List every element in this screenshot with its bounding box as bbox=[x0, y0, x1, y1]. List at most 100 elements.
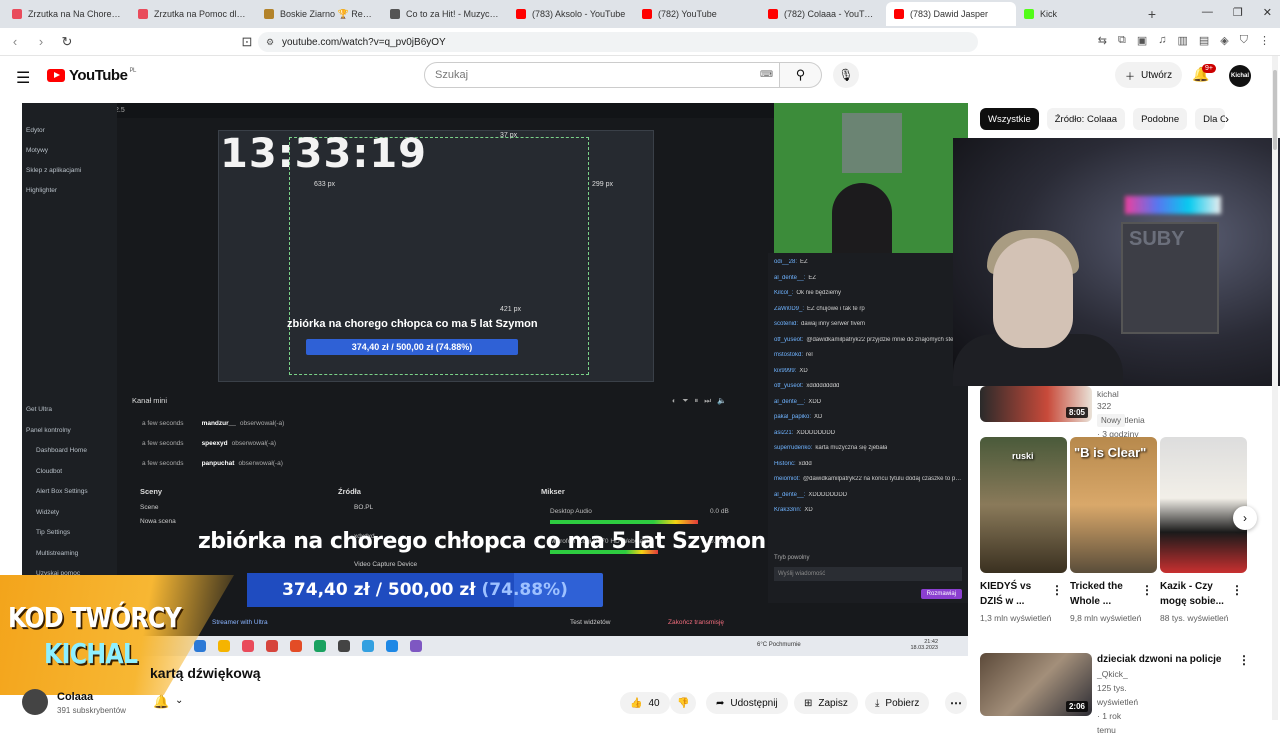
channel-name[interactable]: Colaaa bbox=[57, 691, 93, 703]
streamlabs-menu-item[interactable]: Widżety bbox=[36, 509, 59, 516]
chat-input[interactable]: Wyślij wiadomość bbox=[774, 567, 962, 581]
voice-search-button[interactable]: 🎙 bbox=[833, 62, 859, 88]
music-icon[interactable]: ♫ bbox=[1158, 34, 1166, 47]
like-button[interactable]: 👍 40 bbox=[620, 692, 670, 714]
browser-tab[interactable]: Boskie Ziarno 🏆 Rekordy bbox=[256, 2, 382, 26]
streamlabs-menu-item[interactable]: Sklep z aplikacjami bbox=[26, 167, 81, 174]
streamlabs-menu-item[interactable]: Edytor bbox=[26, 127, 45, 134]
page-scrollbar-thumb[interactable] bbox=[1273, 70, 1277, 150]
short-title[interactable]: KIEDYŚ vs DZIŚ w ... bbox=[980, 579, 1052, 609]
more-actions-button[interactable]: ⋯ bbox=[945, 692, 967, 714]
screenshot-icon[interactable]: ▣ bbox=[1137, 34, 1147, 47]
streamlabs-menu-item[interactable]: Motywy bbox=[26, 147, 48, 154]
new-tab-button[interactable]: + bbox=[1142, 6, 1162, 22]
streamlabs-menu-item[interactable]: Panel kontrolny bbox=[26, 427, 71, 434]
keyboard-icon[interactable]: ⌨ bbox=[760, 69, 773, 80]
browser-tab[interactable]: (782) Colaaa - YouTube bbox=[760, 2, 886, 26]
taskbar-app-icon[interactable] bbox=[362, 640, 374, 652]
streamlabs-menu-item[interactable]: Tip Settings bbox=[36, 529, 70, 536]
download-button[interactable]: ⤓ Pobierz bbox=[865, 692, 930, 714]
back-icon[interactable]: ‹ bbox=[4, 34, 26, 49]
minimize-icon[interactable]: — bbox=[1202, 6, 1213, 19]
reload-icon[interactable]: ↻ bbox=[56, 34, 78, 50]
streamlabs-menu-item[interactable]: Dashboard Home bbox=[36, 447, 87, 454]
restore-icon[interactable]: ❐ bbox=[1233, 6, 1243, 19]
search-input[interactable]: Szukaj ⌨ bbox=[424, 62, 780, 88]
scene-item[interactable]: Scene bbox=[140, 504, 158, 511]
hamburger-menu-icon[interactable]: ☰ bbox=[16, 68, 30, 88]
short-title[interactable]: Tricked the Whole ... bbox=[1070, 579, 1142, 609]
source-item[interactable]: BO.PL bbox=[354, 504, 373, 511]
rec1-thumbnail[interactable]: 8:05 bbox=[980, 386, 1092, 422]
browser-tab[interactable]: Zrzutka na Pomoc dla Mal bbox=[130, 2, 256, 26]
dislike-button[interactable]: 👎 bbox=[670, 692, 697, 714]
bookmark-icon[interactable]: ⊡ bbox=[236, 34, 258, 50]
wallet-icon[interactable]: ▤ bbox=[1199, 34, 1209, 47]
chips-next-icon[interactable]: › bbox=[1225, 112, 1229, 126]
taskbar-app-icon[interactable] bbox=[266, 640, 278, 652]
create-button[interactable]: ＋ Utwórz bbox=[1115, 62, 1183, 88]
browser-tab[interactable]: (783) Aksolo - YouTube bbox=[508, 2, 634, 26]
short-thumbnail[interactable]: ruski bbox=[980, 437, 1067, 573]
save-button[interactable]: ⊞ Zapisz bbox=[794, 692, 858, 714]
scene-item[interactable]: Nowa scena bbox=[140, 518, 176, 525]
short-thumbnail[interactable] bbox=[1160, 437, 1247, 573]
source-item[interactable]: Video Capture Device bbox=[354, 561, 417, 568]
feed-controls-icon[interactable]: ◐⏷⏸⏭🔈 bbox=[672, 396, 732, 406]
filter-chip[interactable]: Dla C bbox=[1195, 108, 1226, 130]
youtube-logo[interactable]: YouTube PL bbox=[47, 67, 136, 84]
tab-title: Kick bbox=[1040, 9, 1058, 19]
taskbar-app-icon[interactable] bbox=[410, 640, 422, 652]
close-icon[interactable]: ✕ bbox=[1263, 6, 1272, 19]
browser-tab[interactable]: Co to za Hit! - Muzyczny bbox=[382, 2, 508, 26]
browser-tab[interactable]: (782) YouTube bbox=[634, 2, 760, 26]
taskbar-app-icon[interactable] bbox=[242, 640, 254, 652]
rec2-thumbnail[interactable]: 2:06 bbox=[980, 653, 1092, 716]
chat-send-button[interactable]: Rozmawiaj bbox=[920, 589, 962, 599]
short-more-icon[interactable]: ⋮ bbox=[1051, 583, 1063, 597]
short-thumbnail[interactable]: "B is Clear" bbox=[1070, 437, 1157, 573]
filter-chip[interactable]: Wszystkie bbox=[980, 108, 1039, 130]
test-widgets-button[interactable]: Test widżetów bbox=[570, 619, 610, 626]
short-title[interactable]: Kazik - Czy mogę sobie... bbox=[1160, 579, 1232, 609]
browser-tab[interactable]: (783) Dawid Jasper bbox=[886, 2, 1016, 26]
streamlabs-menu-item[interactable]: Highlighter bbox=[26, 187, 57, 194]
taskbar-app-icon[interactable] bbox=[290, 640, 302, 652]
streamlabs-menu-item[interactable]: Get Ultra bbox=[26, 406, 52, 413]
subscription-bell-icon[interactable]: 🔔 bbox=[153, 694, 169, 710]
vpn-icon[interactable]: ◈ bbox=[1220, 34, 1228, 47]
account-avatar[interactable]: Kichal bbox=[1229, 65, 1251, 87]
taskbar-app-icon[interactable] bbox=[314, 640, 326, 652]
shield-icon[interactable]: ⛉ bbox=[1240, 34, 1248, 47]
video-player[interactable]: Streamlabs Desktop - 1.12.5 EdytorMotywy… bbox=[22, 103, 968, 656]
menu-icon[interactable]: ⋮ bbox=[1259, 34, 1270, 47]
search-button[interactable]: ⚲ bbox=[780, 62, 822, 88]
browser-tab[interactable]: Kick bbox=[1016, 2, 1142, 26]
streamlabs-menu-item[interactable]: Cloudbot bbox=[36, 468, 62, 475]
filter-chip[interactable]: Źródło: Colaaa bbox=[1046, 108, 1126, 130]
shorts-next-button[interactable]: › bbox=[1233, 506, 1257, 530]
channel-avatar[interactable] bbox=[22, 689, 48, 715]
sidebar-icon[interactable]: ▥ bbox=[1177, 34, 1187, 47]
taskbar-app-icon[interactable] bbox=[386, 640, 398, 652]
streamlabs-menu-item[interactable]: Multistreaming bbox=[36, 550, 78, 557]
share-button[interactable]: ➦ Udostępnij bbox=[706, 692, 788, 714]
streamlabs-menu-item[interactable]: Alert Box Settings bbox=[36, 488, 88, 495]
site-info-icon[interactable]: ⚙ bbox=[266, 37, 274, 48]
preview-dimension-label: 37 px bbox=[500, 132, 518, 139]
short-more-icon[interactable]: ⋮ bbox=[1231, 583, 1243, 597]
forward-icon[interactable]: › bbox=[30, 34, 52, 49]
taskbar-app-icon[interactable] bbox=[338, 640, 350, 652]
url-field[interactable]: ⚙ youtube.com/watch?v=q_pv0jB6yOY bbox=[258, 32, 978, 52]
stop-stream-button[interactable]: Zakończ transmisję bbox=[668, 619, 724, 626]
tab-favicon-icon bbox=[12, 9, 22, 19]
browser-tab[interactable]: Zrzutka na Na Chore Osoby bbox=[4, 2, 130, 26]
extension-icon[interactable]: ⧉ bbox=[1118, 34, 1126, 47]
short-more-icon[interactable]: ⋮ bbox=[1141, 583, 1153, 597]
chevron-down-icon[interactable]: ⌄ bbox=[175, 695, 183, 706]
rec2-more-icon[interactable]: ⋮ bbox=[1238, 653, 1250, 667]
translate-icon[interactable]: ⇆ bbox=[1098, 34, 1107, 47]
rec2-title[interactable]: dzieciak dzwoni na policje bbox=[1097, 652, 1237, 667]
filter-chip[interactable]: Podobne bbox=[1133, 108, 1188, 130]
page-scrollbar[interactable] bbox=[1272, 56, 1278, 720]
